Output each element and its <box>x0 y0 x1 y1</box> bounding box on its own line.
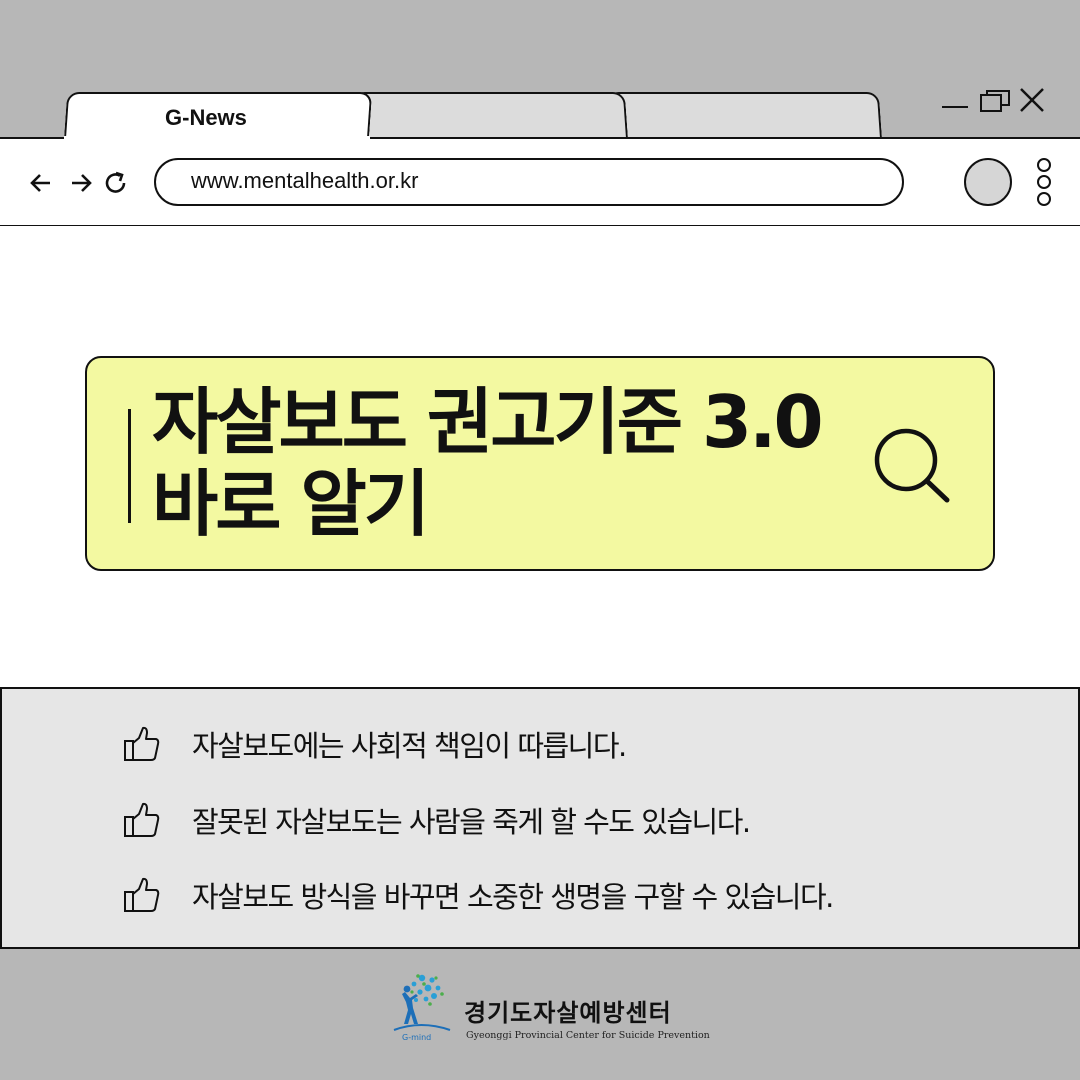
minimize-icon[interactable] <box>942 106 968 108</box>
info-text-2: 잘못된 자살보도는 사람을 죽게 할 수도 있습니다. <box>192 805 751 839</box>
back-arrow-icon[interactable] <box>28 170 54 196</box>
tab-3[interactable] <box>606 92 882 138</box>
url-text[interactable]: www.mentalhealth.or.kr <box>191 168 418 194</box>
tab-label: G-News <box>165 105 247 130</box>
info-text-3: 자살보도 방식을 바꾸면 소중한 생명을 구할 수 있습니다. <box>192 880 834 914</box>
g-mind-logo-mark: G-mind <box>393 974 451 1042</box>
forward-arrow-icon[interactable] <box>68 170 94 196</box>
hero-headline: 자살보도 권고기준 3.0 바로 알기 <box>152 380 824 546</box>
hero-line-2: 바로 알기 <box>152 462 430 546</box>
kebab-menu-icon[interactable] <box>1034 156 1054 208</box>
center-name: 경기도자살예방센터 <box>464 999 672 1027</box>
info-item-2: 잘못된 자살보도는 사람을 죽게 할 수도 있습니다. <box>122 798 751 842</box>
hero-line-1: 자살보도 권고기준 3.0 <box>152 380 824 464</box>
close-icon[interactable] <box>1018 86 1046 114</box>
search-icon[interactable] <box>872 428 952 504</box>
tab-2[interactable] <box>352 92 628 138</box>
thumbs-up-icon <box>124 877 160 912</box>
logo-mark-text: G-mind <box>402 1033 431 1042</box>
thumbs-up-icon <box>124 802 160 837</box>
profile-avatar[interactable] <box>964 158 1012 206</box>
reload-icon[interactable] <box>103 170 129 196</box>
info-item-1: 자살보도에는 사회적 책임이 따릅니다. <box>122 722 627 766</box>
center-subtitle: Gyeonggi Provincial Center for Suicide P… <box>466 1030 710 1041</box>
thumbs-up-icon <box>124 726 160 761</box>
info-text-1: 자살보도에는 사회적 책임이 따릅니다. <box>192 729 627 763</box>
info-item-3: 자살보도 방식을 바꾸면 소중한 생명을 구할 수 있습니다. <box>122 873 834 917</box>
text-caret <box>128 409 131 523</box>
maximize-icon[interactable] <box>980 90 1010 112</box>
